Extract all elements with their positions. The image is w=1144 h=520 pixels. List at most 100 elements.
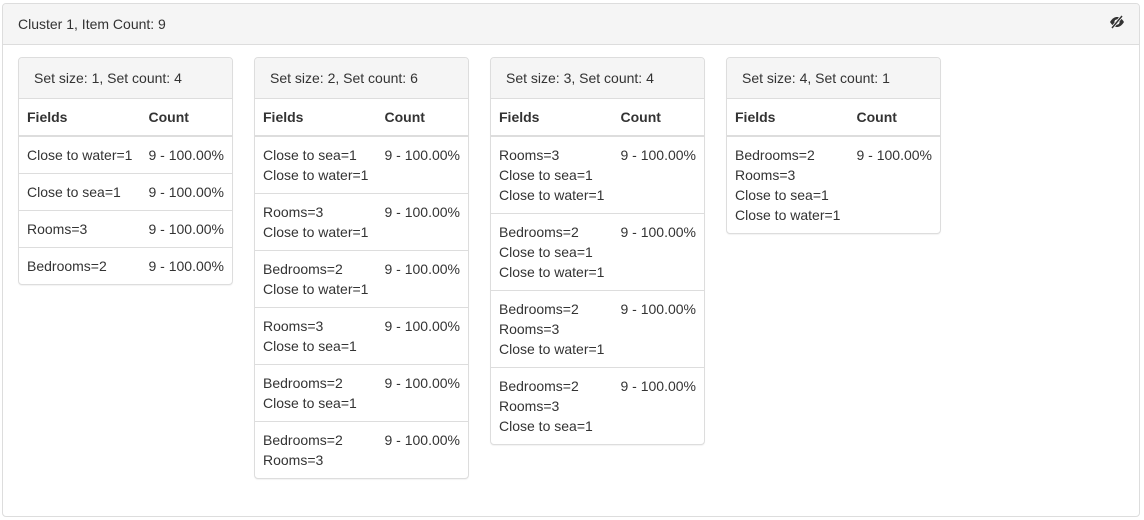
set-table: Fields Count Close to water=1 9 - 100.00% Cl… [19, 99, 232, 284]
set-panel-heading: Set size: 2, Set count: 6 [255, 58, 468, 99]
field-value: Bedrooms=2 [499, 378, 579, 394]
field-value: Bedrooms=2 [263, 375, 343, 391]
field-value: Close to water=1 [263, 281, 369, 297]
fields-column-header: Fields [491, 99, 613, 137]
set-table: Fields Count Bedrooms=2 Rooms=3 Close to sea… [727, 99, 940, 233]
field-value: Bedrooms=2 [27, 258, 107, 274]
set-panel-title: Set size: 1, Set count: 4 [34, 70, 182, 86]
table-row: Rooms=3 Close to water=1 9 - 100.00% [255, 193, 468, 251]
field-value: Close to water=1 [263, 167, 369, 183]
table-row: Bedrooms=2 Rooms=3 Close to sea=1 Close to … [727, 136, 940, 233]
count-cell: 9 - 100.00% [376, 307, 468, 365]
fields-cell: Bedrooms=2 Rooms=3 [255, 421, 377, 478]
set-panel-4: Set size: 4, Set count: 1 Fields Count Bedr… [726, 57, 941, 234]
field-value: Close to sea=1 [263, 395, 357, 411]
count-cell: 9 - 100.00% [620, 147, 697, 163]
table-row: Rooms=3 9 - 100.00% [19, 210, 232, 248]
set-panel-title: Set size: 4, Set count: 1 [742, 70, 890, 86]
field-value: Rooms=3 [735, 167, 796, 183]
count-cell: 9 - 100.00% [612, 290, 704, 368]
set-panel-heading: Set size: 4, Set count: 1 [727, 58, 940, 99]
count-cell: 9 - 100.00% [376, 421, 468, 478]
fields-column-header: Fields [727, 99, 849, 137]
field-value: Bedrooms=2 [499, 224, 579, 240]
field-value: Bedrooms=2 [499, 301, 579, 317]
set-panel-3: Set size: 3, Set count: 4 Fields Count Room… [490, 57, 705, 445]
fields-cell: Rooms=3 Close to sea=1 Close to water=1 [491, 136, 613, 214]
field-value: Bedrooms=2 [263, 261, 343, 277]
table-row: Bedrooms=2 Rooms=3 Close to water=1 9 - 100… [491, 290, 704, 368]
field-value: Close to water=1 [735, 207, 841, 223]
field-value: Rooms=3 [263, 452, 324, 468]
set-panel-heading: Set size: 3, Set count: 4 [491, 58, 704, 99]
table-header-row: Fields Count [255, 99, 468, 137]
table-row: Rooms=3 Close to sea=1 9 - 100.00% [255, 307, 468, 365]
field-value: Close to sea=1 [499, 418, 593, 434]
field-value: Close to water=1 [499, 187, 605, 203]
field-value: Close to sea=1 [735, 187, 829, 203]
count-column-header: Count [140, 99, 232, 137]
fields-cell: Bedrooms=2 Rooms=3 Close to water=1 [491, 290, 613, 368]
field-value: Close to sea=1 [27, 184, 121, 200]
count-column-header: Count [612, 99, 704, 137]
field-value: Rooms=3 [263, 204, 324, 220]
count-cell: 9 - 100.00% [140, 210, 232, 248]
field-value: Close to sea=1 [499, 244, 593, 260]
fields-cell: Rooms=3 Close to sea=1 [255, 307, 377, 365]
table-row: Rooms=3 Close to sea=1 Close to water=1 9 -… [491, 136, 704, 214]
field-value: Bedrooms=2 [263, 432, 343, 448]
count-column-header: Count [848, 99, 940, 137]
field-value: Close to water=1 [263, 224, 369, 240]
field-value: Rooms=3 [499, 147, 560, 163]
count-cell: 9 - 100.00% [612, 367, 704, 444]
cluster-title: Cluster 1, Item Count: 9 [18, 16, 166, 32]
fields-cell: Bedrooms=2 Rooms=3 Close to sea=1 Close to … [727, 136, 849, 233]
fields-cell: Close to water=1 [19, 136, 141, 174]
field-value: Close to water=1 [499, 341, 605, 357]
fields-column-header: Fields [255, 99, 377, 137]
fields-cell: Rooms=3 [19, 210, 141, 248]
table-row: Bedrooms=2 Rooms=3 9 - 100.00% [255, 421, 468, 478]
table-row: Close to water=1 9 - 100.00% [19, 136, 232, 174]
fields-cell: Close to sea=1 [19, 173, 141, 211]
count-cell: 9 - 100.00% [140, 173, 232, 211]
table-row: Close to sea=1 9 - 100.00% [19, 173, 232, 211]
set-table: Fields Count Rooms=3 Close to sea=1 Close to… [491, 99, 704, 444]
field-value: Close to sea=1 [499, 167, 593, 183]
fields-cell: Bedrooms=2 [19, 247, 141, 284]
field-value: Rooms=3 [499, 321, 560, 337]
table-row: Bedrooms=2 Rooms=3 Close to sea=1 9 - 100.0… [491, 367, 704, 444]
field-value: Close to sea=1 [263, 338, 357, 354]
set-panel-title: Set size: 3, Set count: 4 [506, 70, 654, 86]
table-header-row: Fields Count [491, 99, 704, 137]
table-row: Close to sea=1 Close to water=1 9 - 100.00… [255, 136, 468, 194]
set-panel-title: Set size: 2, Set count: 6 [270, 70, 418, 86]
table-row: Bedrooms=2 Close to sea=1 9 - 100.00% [255, 364, 468, 422]
field-value: Close to sea=1 [263, 147, 357, 163]
field-value: Rooms=3 [499, 398, 560, 414]
field-value: Close to water=1 [27, 147, 133, 163]
table-row: Bedrooms=2 9 - 100.00% [19, 247, 232, 284]
field-value: Rooms=3 [27, 221, 88, 237]
eye-slash-icon[interactable] [1108, 13, 1126, 31]
cluster-heading: Cluster 1, Item Count: 9 [3, 4, 1139, 45]
table-row: Bedrooms=2 Close to water=1 9 - 100.00% [255, 250, 468, 308]
count-cell: 9 - 100.00% [376, 193, 468, 251]
count-cell: 9 - 100.00% [856, 147, 933, 163]
table-row: Bedrooms=2 Close to sea=1 Close to water=1… [491, 213, 704, 291]
field-value: Close to water=1 [499, 264, 605, 280]
count-cell: 9 - 100.00% [376, 364, 468, 422]
fields-cell: Rooms=3 Close to water=1 [255, 193, 377, 251]
fields-column-header: Fields [19, 99, 141, 137]
set-panel-2: Set size: 2, Set count: 6 Fields Count Clos… [254, 57, 469, 479]
field-value: Rooms=3 [263, 318, 324, 334]
field-value: Bedrooms=2 [735, 147, 815, 163]
fields-cell: Bedrooms=2 Close to water=1 [255, 250, 377, 308]
fields-cell: Bedrooms=2 Rooms=3 Close to sea=1 [491, 367, 613, 444]
set-panel-heading: Set size: 1, Set count: 4 [19, 58, 232, 99]
fields-cell: Close to sea=1 Close to water=1 [255, 136, 377, 194]
set-table: Fields Count Close to sea=1 Close to water=… [255, 99, 468, 478]
count-column-header: Count [376, 99, 468, 137]
set-panel-1: Set size: 1, Set count: 4 Fields Count Clos… [18, 57, 233, 285]
count-cell: 9 - 100.00% [376, 250, 468, 308]
